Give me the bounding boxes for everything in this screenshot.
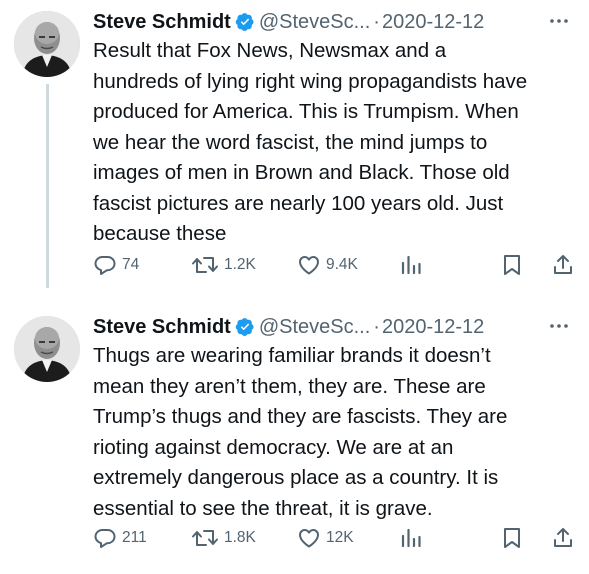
like-button[interactable]: 12K <box>297 524 354 552</box>
tweet-text: Thugs are wearing familiar brands it doe… <box>93 344 508 520</box>
views-button[interactable] <box>399 251 423 279</box>
reply-button[interactable]: 211 <box>93 524 147 552</box>
author-handle[interactable]: @SteveSc... <box>259 11 370 34</box>
verified-badge-icon <box>235 12 255 32</box>
tweet-2[interactable]: Steve Schmidt @SteveSc... · 2020-12-12 T… <box>0 300 589 574</box>
tweet-1[interactable]: Steve Schmidt @SteveSc... · 2020-12-12 R… <box>0 0 589 288</box>
reply-icon <box>93 526 117 550</box>
like-count: 12K <box>326 529 354 546</box>
bookmark-button[interactable] <box>501 524 523 552</box>
action-bar: 74 1.2K 9.4K <box>93 251 578 279</box>
share-icon <box>551 253 575 277</box>
like-icon <box>297 253 321 277</box>
reply-button[interactable]: 74 <box>93 251 139 279</box>
avatar[interactable] <box>14 316 80 382</box>
views-icon <box>399 253 423 277</box>
reply-count: 211 <box>122 529 147 546</box>
like-icon <box>297 526 321 550</box>
author-name[interactable]: Steve Schmidt <box>93 316 231 339</box>
thread-line <box>46 84 49 288</box>
avatar-photo <box>14 11 80 77</box>
separator-dot: · <box>373 10 380 33</box>
avatar[interactable] <box>14 11 80 77</box>
like-button[interactable]: 9.4K <box>297 251 358 279</box>
retweet-count: 1.2K <box>224 256 256 273</box>
retweet-icon <box>191 253 219 277</box>
author-handle[interactable]: @SteveSc... <box>259 316 370 339</box>
retweet-icon <box>191 526 219 550</box>
retweet-button[interactable]: 1.8K <box>191 524 256 552</box>
tweet-date[interactable]: 2020-12-12 <box>382 11 484 34</box>
bookmark-icon <box>501 253 523 277</box>
verified-badge-icon <box>235 317 255 337</box>
tweet-text: Result that Fox News, Newsmax and a hund… <box>93 39 528 245</box>
retweet-button[interactable]: 1.2K <box>191 251 256 279</box>
views-icon <box>399 526 423 550</box>
bookmark-button[interactable] <box>501 251 523 279</box>
reply-icon <box>93 253 117 277</box>
retweet-count: 1.8K <box>224 529 256 546</box>
share-button[interactable] <box>551 251 575 279</box>
tweet-date[interactable]: 2020-12-12 <box>382 316 484 339</box>
share-icon <box>551 526 575 550</box>
reply-count: 74 <box>122 256 140 273</box>
bookmark-icon <box>501 526 523 550</box>
avatar-photo <box>14 316 80 382</box>
author-name[interactable]: Steve Schmidt <box>93 11 231 34</box>
more-icon[interactable] <box>547 11 571 31</box>
separator-dot: · <box>373 315 380 338</box>
views-button[interactable] <box>399 524 423 552</box>
action-bar: 211 1.8K 12K <box>93 524 578 552</box>
like-count: 9.4K <box>326 256 358 273</box>
more-icon[interactable] <box>547 316 571 336</box>
share-button[interactable] <box>551 524 575 552</box>
